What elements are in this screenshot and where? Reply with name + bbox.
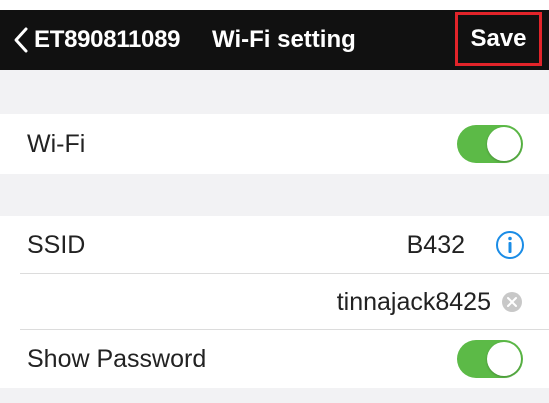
section-spacer [0,388,549,403]
wifi-label: Wi-Fi [27,129,86,158]
toggle-knob [487,127,521,161]
toggle-knob [487,342,521,376]
navigation-bar: ET890811089 Wi-Fi setting Save [0,10,549,70]
back-button[interactable]: ET890811089 [8,10,180,70]
show-password-row: Show Password [0,330,549,388]
ssid-value: B432 [406,230,465,259]
save-button[interactable]: Save [455,12,542,66]
password-input[interactable] [191,274,491,330]
section-spacer [0,70,549,114]
status-bar [0,0,549,10]
chevron-left-icon [8,10,34,70]
wifi-toggle[interactable] [457,125,523,163]
section-spacer [0,174,549,216]
password-row [0,274,549,330]
page-title: Wi-Fi setting [212,26,356,53]
wifi-row: Wi-Fi [0,114,549,174]
wifi-setting-screen: ET890811089 Wi-Fi setting Save Wi-Fi SSI… [0,0,549,403]
show-password-toggle[interactable] [457,340,523,378]
ssid-label: SSID [27,230,86,259]
ssid-row[interactable]: SSID B432 [0,216,549,274]
info-icon[interactable] [495,230,525,260]
show-password-label: Show Password [27,344,207,373]
back-label: ET890811089 [34,26,181,53]
clear-icon[interactable] [501,291,523,313]
